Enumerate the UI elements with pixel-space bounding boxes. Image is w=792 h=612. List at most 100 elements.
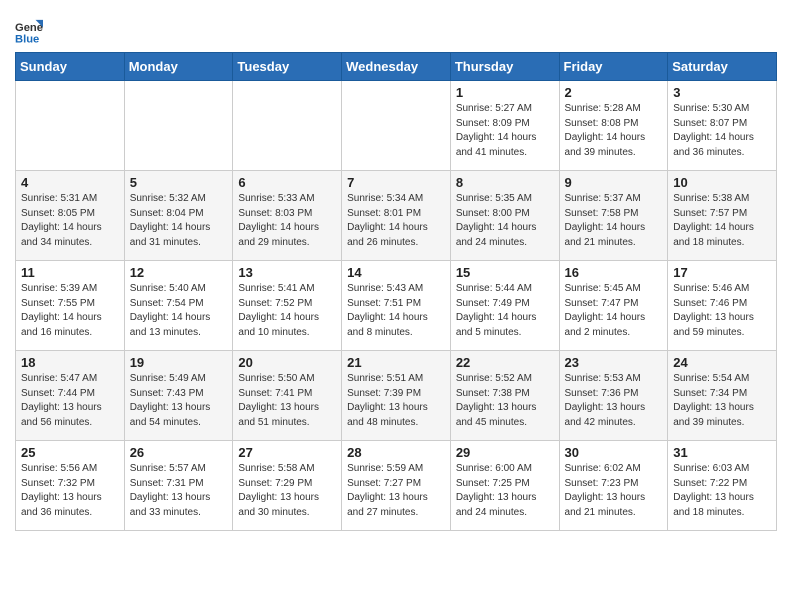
calendar-cell	[16, 81, 125, 171]
weekday-header-wednesday: Wednesday	[342, 53, 451, 81]
calendar-cell: 4 Sunrise: 5:31 AM Sunset: 8:05 PM Daylig…	[16, 171, 125, 261]
day-detail: Sunrise: 6:02 AM Sunset: 7:23 PM Dayligh…	[565, 462, 663, 520]
calendar-cell: 3 Sunrise: 5:30 AM Sunset: 8:07 PM Daylig…	[668, 81, 777, 171]
logo-icon: General Blue	[15, 18, 43, 46]
day-detail: Sunrise: 6:03 AM Sunset: 7:22 PM Dayligh…	[673, 462, 771, 520]
day-number: 21	[347, 355, 445, 370]
calendar-cell: 14 Sunrise: 5:43 AM Sunset: 7:51 PM Dayli…	[342, 261, 451, 351]
calendar-cell: 12Sunrise: 5:40 AM Sunset: 7:54 PM Dayli…	[124, 261, 233, 351]
day-number: 2	[565, 85, 663, 100]
day-number: 11	[21, 265, 119, 280]
calendar-cell: 20 Sunrise: 5:50 AM Sunset: 7:41 PM Dayli…	[233, 351, 342, 441]
day-number: 6	[238, 175, 336, 190]
day-number: 30	[565, 445, 663, 460]
calendar-cell: 11 Sunrise: 5:39 AM Sunset: 7:55 PM Dayli…	[16, 261, 125, 351]
day-detail: Sunrise: 5:37 AM Sunset: 7:58 PM Dayligh…	[565, 192, 663, 250]
calendar-header-row: SundayMondayTuesdayWednesdayThursdayFrid…	[16, 53, 777, 81]
day-detail: Sunrise: 5:56 AM Sunset: 7:32 PM Dayligh…	[21, 462, 119, 520]
calendar-cell: 26Sunrise: 5:57 AM Sunset: 7:31 PM Dayli…	[124, 441, 233, 531]
weekday-header-monday: Monday	[124, 53, 233, 81]
day-number: 31	[673, 445, 771, 460]
day-detail: Sunrise: 5:52 AM Sunset: 7:38 PM Dayligh…	[456, 372, 554, 430]
calendar-cell: 1 Sunrise: 5:27 AM Sunset: 8:09 PM Daylig…	[450, 81, 559, 171]
day-number: 10	[673, 175, 771, 190]
calendar-cell: 17 Sunrise: 5:46 AM Sunset: 7:46 PM Dayli…	[668, 261, 777, 351]
day-number: 9	[565, 175, 663, 190]
day-detail: Sunrise: 5:30 AM Sunset: 8:07 PM Dayligh…	[673, 102, 771, 160]
day-detail: Sunrise: 5:35 AM Sunset: 8:00 PM Dayligh…	[456, 192, 554, 250]
calendar-cell: 21 Sunrise: 5:51 AM Sunset: 7:39 PM Dayli…	[342, 351, 451, 441]
calendar-week-row: 18Sunrise: 5:47 AM Sunset: 7:44 PM Dayli…	[16, 351, 777, 441]
calendar-cell: 7 Sunrise: 5:34 AM Sunset: 8:01 PM Daylig…	[342, 171, 451, 261]
day-detail: Sunrise: 5:58 AM Sunset: 7:29 PM Dayligh…	[238, 462, 336, 520]
day-number: 25	[21, 445, 119, 460]
day-detail: Sunrise: 5:46 AM Sunset: 7:46 PM Dayligh…	[673, 282, 771, 340]
calendar-cell: 10 Sunrise: 5:38 AM Sunset: 7:57 PM Dayli…	[668, 171, 777, 261]
calendar-cell	[342, 81, 451, 171]
calendar-cell: 19 Sunrise: 5:49 AM Sunset: 7:43 PM Dayli…	[124, 351, 233, 441]
calendar-cell: 23Sunrise: 5:53 AM Sunset: 7:36 PM Dayli…	[559, 351, 668, 441]
day-detail: Sunrise: 5:59 AM Sunset: 7:27 PM Dayligh…	[347, 462, 445, 520]
calendar-cell: 13 Sunrise: 5:41 AM Sunset: 7:52 PM Dayli…	[233, 261, 342, 351]
day-detail: Sunrise: 5:49 AM Sunset: 7:43 PM Dayligh…	[130, 372, 228, 430]
weekday-header-sunday: Sunday	[16, 53, 125, 81]
day-number: 17	[673, 265, 771, 280]
day-number: 13	[238, 265, 336, 280]
calendar-cell: 25 Sunrise: 5:56 AM Sunset: 7:32 PM Dayli…	[16, 441, 125, 531]
calendar-cell	[124, 81, 233, 171]
day-number: 20	[238, 355, 336, 370]
calendar-week-row: 4 Sunrise: 5:31 AM Sunset: 8:05 PM Daylig…	[16, 171, 777, 261]
day-number: 27	[238, 445, 336, 460]
day-detail: Sunrise: 5:39 AM Sunset: 7:55 PM Dayligh…	[21, 282, 119, 340]
day-number: 14	[347, 265, 445, 280]
day-detail: Sunrise: 5:44 AM Sunset: 7:49 PM Dayligh…	[456, 282, 554, 340]
calendar-cell: 27 Sunrise: 5:58 AM Sunset: 7:29 PM Dayli…	[233, 441, 342, 531]
calendar-cell: 9 Sunrise: 5:37 AM Sunset: 7:58 PM Daylig…	[559, 171, 668, 261]
day-detail: Sunrise: 5:40 AM Sunset: 7:54 PM Dayligh…	[130, 282, 228, 340]
day-number: 29	[456, 445, 554, 460]
weekday-header-saturday: Saturday	[668, 53, 777, 81]
day-detail: Sunrise: 5:41 AM Sunset: 7:52 PM Dayligh…	[238, 282, 336, 340]
day-number: 23	[565, 355, 663, 370]
day-number: 4	[21, 175, 119, 190]
calendar-table: SundayMondayTuesdayWednesdayThursdayFrid…	[15, 52, 777, 531]
day-detail: Sunrise: 5:54 AM Sunset: 7:34 PM Dayligh…	[673, 372, 771, 430]
calendar-week-row: 11 Sunrise: 5:39 AM Sunset: 7:55 PM Dayli…	[16, 261, 777, 351]
calendar-cell: 8 Sunrise: 5:35 AM Sunset: 8:00 PM Daylig…	[450, 171, 559, 261]
calendar-cell	[233, 81, 342, 171]
day-detail: Sunrise: 6:00 AM Sunset: 7:25 PM Dayligh…	[456, 462, 554, 520]
day-number: 26	[130, 445, 228, 460]
calendar-cell: 18Sunrise: 5:47 AM Sunset: 7:44 PM Dayli…	[16, 351, 125, 441]
calendar-cell: 28 Sunrise: 5:59 AM Sunset: 7:27 PM Dayli…	[342, 441, 451, 531]
day-number: 3	[673, 85, 771, 100]
day-detail: Sunrise: 5:33 AM Sunset: 8:03 PM Dayligh…	[238, 192, 336, 250]
day-number: 7	[347, 175, 445, 190]
day-detail: Sunrise: 5:38 AM Sunset: 7:57 PM Dayligh…	[673, 192, 771, 250]
weekday-header-tuesday: Tuesday	[233, 53, 342, 81]
day-detail: Sunrise: 5:32 AM Sunset: 8:04 PM Dayligh…	[130, 192, 228, 250]
calendar-cell: 30 Sunrise: 6:02 AM Sunset: 7:23 PM Dayli…	[559, 441, 668, 531]
day-detail: Sunrise: 5:45 AM Sunset: 7:47 PM Dayligh…	[565, 282, 663, 340]
weekday-header-friday: Friday	[559, 53, 668, 81]
day-number: 24	[673, 355, 771, 370]
calendar-cell: 22Sunrise: 5:52 AM Sunset: 7:38 PM Dayli…	[450, 351, 559, 441]
day-number: 19	[130, 355, 228, 370]
day-detail: Sunrise: 5:51 AM Sunset: 7:39 PM Dayligh…	[347, 372, 445, 430]
day-detail: Sunrise: 5:34 AM Sunset: 8:01 PM Dayligh…	[347, 192, 445, 250]
calendar-week-row: 1 Sunrise: 5:27 AM Sunset: 8:09 PM Daylig…	[16, 81, 777, 171]
calendar-cell: 2Sunrise: 5:28 AM Sunset: 8:08 PM Daylig…	[559, 81, 668, 171]
calendar-cell: 5 Sunrise: 5:32 AM Sunset: 8:04 PM Daylig…	[124, 171, 233, 261]
calendar-week-row: 25 Sunrise: 5:56 AM Sunset: 7:32 PM Dayli…	[16, 441, 777, 531]
calendar-cell: 6 Sunrise: 5:33 AM Sunset: 8:03 PM Daylig…	[233, 171, 342, 261]
day-number: 18	[21, 355, 119, 370]
day-number: 5	[130, 175, 228, 190]
calendar-cell: 16Sunrise: 5:45 AM Sunset: 7:47 PM Dayli…	[559, 261, 668, 351]
day-number: 1	[456, 85, 554, 100]
day-detail: Sunrise: 5:43 AM Sunset: 7:51 PM Dayligh…	[347, 282, 445, 340]
day-detail: Sunrise: 5:50 AM Sunset: 7:41 PM Dayligh…	[238, 372, 336, 430]
day-number: 28	[347, 445, 445, 460]
day-detail: Sunrise: 5:31 AM Sunset: 8:05 PM Dayligh…	[21, 192, 119, 250]
day-number: 8	[456, 175, 554, 190]
day-detail: Sunrise: 5:27 AM Sunset: 8:09 PM Dayligh…	[456, 102, 554, 160]
svg-text:Blue: Blue	[15, 33, 39, 45]
